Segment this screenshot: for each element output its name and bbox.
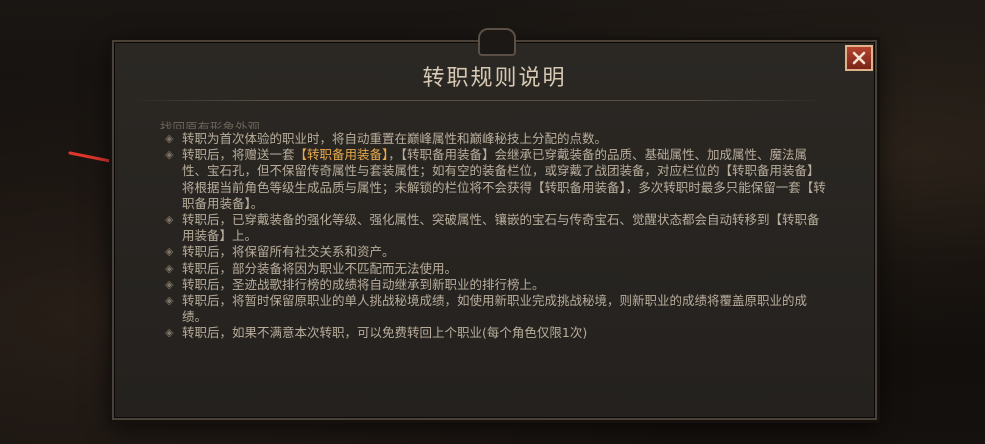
- rule-text: 转职为首次体验的职业时，将自动重置在巅峰属性和巅峰秘技上分配的点数。: [182, 131, 608, 146]
- rule-item: ◈ 转职后，如果不满意本次转职，可以免费转回上个职业(每个角色仅限1次): [160, 325, 828, 341]
- diamond-bullet-icon: ◈: [165, 294, 174, 308]
- close-button[interactable]: [845, 45, 873, 71]
- diamond-bullet-icon: ◈: [165, 277, 174, 291]
- diamond-bullet-icon: ◈: [165, 148, 174, 162]
- rule-item: ◈ 转职后，将保留所有社交关系和资产。: [160, 244, 828, 260]
- rule-text: 转职后，已穿戴装备的强化等级、强化属性、突破属性、镶嵌的宝石与传奇宝石、觉醒状态…: [182, 212, 820, 244]
- rule-text: 转职后，圣迹战歌排行榜的成绩将自动继承到新职业的排行榜上。: [182, 276, 545, 292]
- rule-item: ◈ 转职后，部分装备将因为职业不匹配而无法使用。: [160, 261, 828, 277]
- rule-item: ◈ 转职为首次体验的职业时，将自动重置在巅峰属性和巅峰秘技上分配的点数。: [160, 131, 828, 147]
- rule-text: 转职后，部分装备将因为职业不匹配而无法使用。: [182, 260, 458, 276]
- highlighted-term: 【转职备用装备】: [294, 147, 389, 163]
- title-divider: [128, 100, 825, 101]
- rule-text: 转职后，将赠送一套: [182, 147, 295, 163]
- rule-item: ◈ 转职后，将暂时保留原职业的单人挑战秘境成绩，如使用新职业完成挑战秘境，则新职业…: [160, 293, 828, 325]
- rule-item: ◈ 转职后，圣迹战歌排行榜的成绩将自动继承到新职业的排行榜上。: [160, 277, 828, 293]
- rules-list[interactable]: 找回原有形象外观。 ◈ 转职为首次体验的职业时，将自动重置在巅峰属性和巅峰秘技上分…: [160, 120, 828, 342]
- diamond-bullet-icon: ◈: [165, 326, 174, 340]
- diamond-bullet-icon: ◈: [165, 132, 174, 145]
- close-icon: [852, 51, 866, 65]
- rule-item: ◈ 转职后，已穿戴装备的强化等级、强化属性、突破属性、镶嵌的宝石与传奇宝石、觉醒状…: [160, 212, 828, 244]
- rule-text: 转职后，如果不满意本次转职，可以免费转回上个职业(每个角色仅限1次): [182, 325, 588, 341]
- diamond-bullet-icon: ◈: [165, 245, 174, 259]
- diamond-bullet-icon: ◈: [165, 261, 174, 275]
- dialog-crest-ornament: [478, 28, 516, 56]
- dialog-title: 转职规则说明: [422, 66, 567, 91]
- rule-text: 转职后，将暂时保留原职业的单人挑战秘境成绩，如使用新职业完成挑战秘境，则新职业的…: [182, 293, 808, 325]
- cutoff-text-line: 找回原有形象外观。: [160, 120, 273, 129]
- rules-dialog: 转职规则说明 找回原有形象外观。 ◈ 转职为首次体验的职业时，将自动重置在巅峰属性…: [112, 28, 877, 420]
- diamond-bullet-icon: ◈: [165, 213, 174, 227]
- rule-item: ◈ 转职后，将赠送一套【转职备用装备】，【转职备用装备】会继承已穿戴装备的品质、基…: [160, 147, 828, 212]
- rule-text: 转职后，将保留所有社交关系和资产。: [182, 244, 395, 260]
